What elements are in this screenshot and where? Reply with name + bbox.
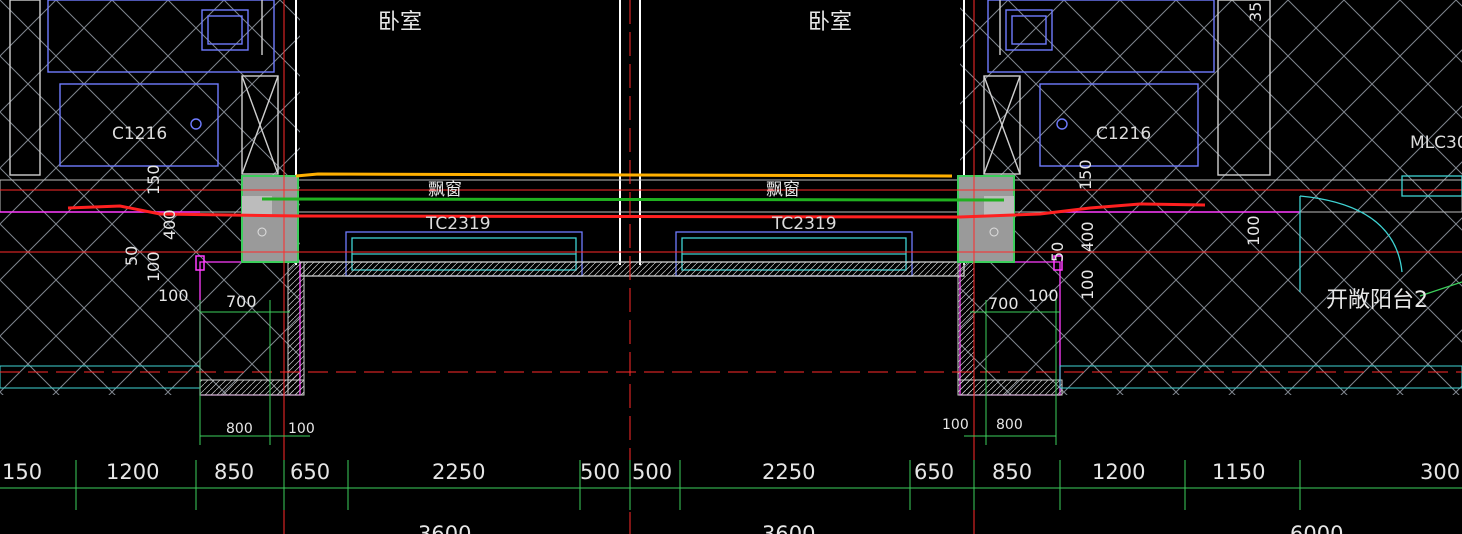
dim-row-850-left: 850 — [214, 460, 255, 484]
bay-window-label-right: 飘窗 — [766, 180, 800, 200]
dim-row-300: 300 — [1420, 460, 1461, 484]
overall-dim-left: 3600 — [418, 522, 472, 534]
vert-dim-400-left: 400 — [160, 209, 179, 240]
dim-row-150: 150 — [2, 460, 43, 484]
columns — [241, 175, 1015, 263]
dim-row-500-right: 500 — [632, 460, 673, 484]
dim-100-right: 100 — [1028, 286, 1059, 305]
dim-100-lower-left: 100 — [288, 421, 315, 437]
vert-dim-50-right: 50 — [1048, 241, 1067, 262]
dim-row-500-left: 500 — [580, 460, 621, 484]
door-code-label: MLC30 — [1410, 133, 1462, 153]
vert-dim-35: 35 — [1246, 1, 1265, 22]
vert-dim-50-left: 50 — [122, 245, 141, 266]
dim-100-left: 100 — [158, 286, 189, 305]
window-code-c1216-left: C1216 — [112, 124, 168, 144]
dim-row-2250-right: 2250 — [762, 460, 816, 484]
room-label-right: 卧室 — [808, 10, 853, 35]
dim-row-1150: 1150 — [1212, 460, 1266, 484]
room-label-left: 卧室 — [378, 10, 423, 35]
cad-drawing-canvas[interactable]: 卧室 卧室 飘窗 飘窗 C1216 C1216 TC2319 TC2319 ML… — [0, 0, 1462, 534]
vert-dim-150-right: 150 — [1076, 159, 1095, 190]
floor-plan-graphics — [0, 0, 1462, 534]
bay-window-label-left: 飘窗 — [428, 180, 462, 200]
dim-700-right: 700 — [988, 294, 1019, 313]
vert-dim-100-right: 100 — [1078, 269, 1097, 300]
dim-row-650-right: 650 — [914, 460, 955, 484]
bay-window-frames — [299, 231, 965, 277]
window-code-tc2319-left: TC2319 — [426, 214, 491, 234]
dim-800-right: 800 — [996, 417, 1023, 433]
vert-dim-150-left: 150 — [144, 164, 163, 195]
overall-dim-center: 3600 — [762, 522, 816, 534]
dim-row-2250-left: 2250 — [432, 460, 486, 484]
dim-row-1200-left: 1200 — [106, 460, 160, 484]
dim-100-lower-right: 100 — [942, 417, 969, 433]
dim-row-1200-right: 1200 — [1092, 460, 1146, 484]
vert-dim-100-left: 100 — [144, 251, 163, 282]
vert-dim-400-right: 400 — [1078, 221, 1097, 252]
dim-row-850-right: 850 — [992, 460, 1033, 484]
vert-dim-100-far-right: 100 — [1244, 215, 1263, 246]
overall-dim-right: 6000 — [1290, 522, 1344, 534]
dim-800-left: 800 — [226, 421, 253, 437]
dim-700-left: 700 — [226, 292, 257, 311]
window-code-tc2319-right: TC2319 — [772, 214, 837, 234]
balcony-label: 开敞阳台2 — [1326, 288, 1428, 313]
dim-row-650-left: 650 — [290, 460, 331, 484]
window-code-c1216-right: C1216 — [1096, 124, 1152, 144]
